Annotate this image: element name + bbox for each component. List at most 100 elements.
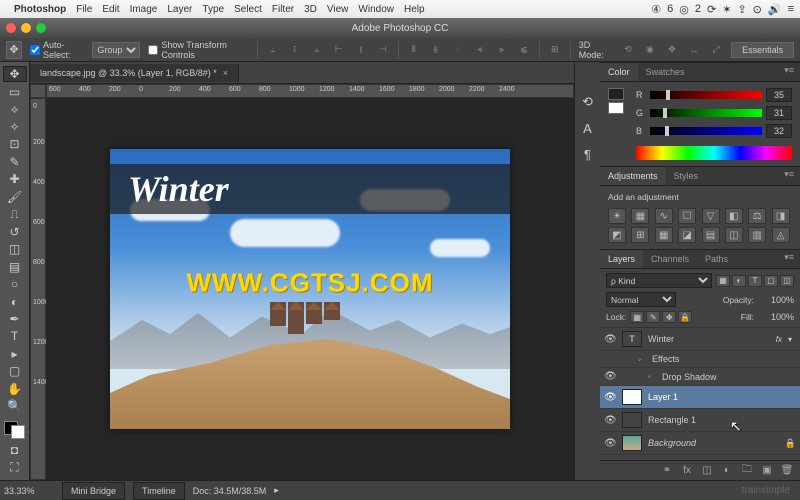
channel-mixer-adj-icon[interactable]: ⊞ [631,227,649,243]
status-icon[interactable]: ⇪ [737,3,746,16]
distribute-icon[interactable]: ⫶ [451,42,465,58]
exposure-adj-icon[interactable]: ☐ [678,208,696,224]
layer-thumb[interactable] [622,412,642,428]
gradient-map-adj-icon[interactable]: ▥ [748,227,766,243]
marquee-tool[interactable]: ▭ [3,83,27,99]
lasso-tool[interactable]: ⟡ [3,101,27,118]
show-transform-option[interactable]: Show Transform Controls [148,40,248,60]
paragraph-panel-icon[interactable]: ¶ [578,144,598,164]
new-group-icon[interactable]: 🗀 [740,464,754,478]
vertical-ruler[interactable]: 0 200 400 600 800 1000 1200 1400 [30,98,46,480]
document-canvas[interactable]: Winter WWW.CGTSJ.COM [110,149,510,429]
move-tool[interactable]: ✥ [3,66,27,82]
filter-type-icon[interactable]: T [748,275,762,287]
blur-tool[interactable]: ○ [3,276,27,292]
horizontal-ruler[interactable]: 600 400 200 0 200 400 600 800 1000 1200 … [46,84,574,98]
layer-thumb-text[interactable]: T [622,331,642,347]
visibility-toggle[interactable]: 👁 [604,392,616,403]
vibrance-adj-icon[interactable]: ▽ [702,208,720,224]
layer-row-winter[interactable]: 👁 T Winter fx ▾ [600,328,800,351]
hand-tool[interactable]: ✋ [3,381,27,397]
bw-adj-icon[interactable]: ◨ [772,208,790,224]
color-picker-swatches[interactable] [0,421,29,440]
filter-shape-icon[interactable]: ▢ [764,275,778,287]
fx-badge[interactable]: fx [776,335,782,344]
move-tool-icon[interactable]: ✥ [6,41,22,59]
distribute-icon[interactable]: ⫴ [407,42,421,58]
auto-select-checkbox[interactable] [30,45,40,55]
show-transform-checkbox[interactable] [148,45,158,55]
status-icon[interactable]: ⊙ [753,3,762,16]
menu-type[interactable]: Type [202,4,224,15]
pen-tool[interactable]: ✒ [3,311,27,327]
delete-layer-icon[interactable]: 🗑 [780,464,794,478]
shape-tool[interactable]: ▢ [3,363,27,379]
quick-mask-tool[interactable]: ◘ [3,442,27,458]
workspace-switcher[interactable]: Essentials [731,42,794,58]
fx-twirl-icon[interactable]: ▾ [788,335,796,344]
layer-row-layer1[interactable]: 👁 Layer 1 [600,386,800,409]
g-slider[interactable] [650,109,762,117]
lock-pixels-icon[interactable]: ✎ [646,311,660,323]
selective-color-adj-icon[interactable]: ◬ [772,227,790,243]
distribute-icon[interactable]: ⫵ [429,42,443,58]
close-tab-icon[interactable]: × [223,68,228,78]
color-swatch-pair[interactable] [608,88,630,114]
screen-mode-tool[interactable]: ⛶ [3,459,27,476]
align-vcenter-icon[interactable]: ⫱ [288,42,302,58]
character-panel-icon[interactable]: A [578,118,598,138]
menu-window[interactable]: Window [358,4,394,15]
fg-swatch[interactable] [608,88,624,100]
auto-select-dropdown[interactable]: Group [92,42,140,58]
align-left-icon[interactable]: ⊢ [332,42,346,58]
volume-icon[interactable]: 🔊 [768,3,782,16]
align-right-icon[interactable]: ⊣ [376,42,390,58]
status-icon[interactable]: ⟳ [707,3,716,16]
canvas-viewport[interactable]: Winter WWW.CGTSJ.COM [46,98,574,480]
align-bottom-icon[interactable]: ⫨ [310,42,324,58]
menu-help[interactable]: Help [404,4,425,15]
filter-pixel-icon[interactable]: ▦ [716,275,730,287]
distribute-icon[interactable]: ⫷ [473,42,487,58]
history-panel-icon[interactable]: ⟲ [578,92,598,112]
photo-filter-adj-icon[interactable]: ◩ [608,227,626,243]
g-input[interactable] [766,106,792,120]
tab-adjustments[interactable]: Adjustments [600,167,666,185]
invert-adj-icon[interactable]: ◪ [678,227,696,243]
align-hcenter-icon[interactable]: ⫲ [354,42,368,58]
filter-smart-icon[interactable]: ◫ [780,275,794,287]
menu-layer[interactable]: Layer [167,4,192,15]
color-balance-adj-icon[interactable]: ⚖ [748,208,766,224]
filter-adj-icon[interactable]: ◐ [732,275,746,287]
close-window-button[interactable] [6,23,16,33]
3d-roll-icon[interactable]: ◉ [643,42,657,58]
auto-select-option[interactable]: Auto-Select: [30,40,84,60]
menu-edit[interactable]: Edit [102,4,119,15]
tab-paths[interactable]: Paths [697,250,736,268]
brush-tool[interactable]: 🖌 [3,188,27,204]
3d-scale-icon[interactable]: ⤢ [709,42,723,58]
color-lookup-adj-icon[interactable]: ▦ [655,227,673,243]
layer-filter-kind[interactable]: ρ Kind [606,273,712,288]
lock-all-icon[interactable]: 🔒 [678,311,692,323]
lock-transparency-icon[interactable]: ▦ [630,311,644,323]
clone-stamp-tool[interactable]: ⎍ [3,206,27,223]
eyedropper-tool[interactable]: ✎ [3,154,27,170]
layer-row-background[interactable]: 👁 Background 🔒 [600,432,800,455]
auto-align-icon[interactable]: ⊞ [548,42,562,58]
panel-menu-icon[interactable]: ▾≡ [778,63,800,81]
distribute-icon[interactable]: ⫸ [495,42,509,58]
crop-tool[interactable]: ⊡ [3,136,27,152]
doc-info[interactable]: Doc: 34.5M/38.5M [193,486,267,496]
healing-brush-tool[interactable]: ✚ [3,171,27,187]
layer-row-effects[interactable]: ◦ Effects [600,351,800,368]
dodge-tool[interactable]: ◐ [3,293,27,309]
zoom-window-button[interactable] [36,23,46,33]
layer-row-drop-shadow[interactable]: 👁 ◦ Drop Shadow [600,368,800,386]
magic-wand-tool[interactable]: ✧ [3,119,27,135]
r-slider[interactable] [650,91,762,99]
path-selection-tool[interactable]: ▸ [3,346,27,362]
menu-filter[interactable]: Filter [272,4,294,15]
status-icon[interactable]: ≡ [788,3,794,15]
ruler-origin[interactable] [30,84,46,98]
